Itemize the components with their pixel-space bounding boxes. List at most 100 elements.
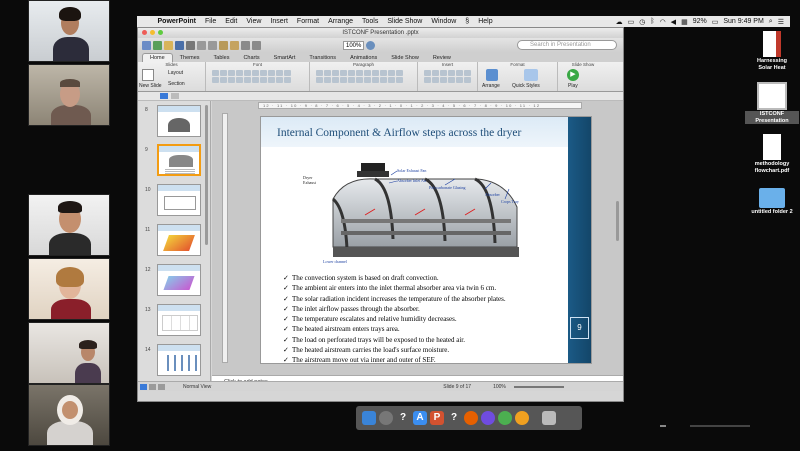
zoom-select[interactable]: 100% — [343, 40, 365, 50]
notification-center-icon[interactable]: ☰ — [778, 18, 784, 26]
trash-icon[interactable] — [542, 411, 556, 425]
desktop-file-istconf-presentation[interactable]: ISTCONF Presentation — [745, 82, 799, 124]
cut-icon[interactable] — [197, 40, 206, 50]
menu-format[interactable]: Format — [292, 18, 323, 25]
tab-review[interactable]: Review — [426, 54, 458, 62]
unknown-app-icon-2[interactable]: ? — [447, 411, 461, 425]
tab-home[interactable]: Home — [142, 53, 173, 62]
save-icon[interactable] — [175, 40, 184, 50]
slide-thumbnail-14[interactable] — [157, 344, 201, 376]
participant-video-2[interactable] — [28, 64, 110, 126]
script-menu-icon[interactable]: § — [461, 18, 474, 25]
canvas-scrollbar[interactable] — [616, 201, 619, 241]
desktop-file-harnessing-solar-heat[interactable]: Harnessing Solar Heat — [745, 31, 799, 71]
participant-video-3[interactable] — [28, 194, 110, 256]
bluetooth-icon[interactable]: ᛒ — [650, 18, 654, 25]
slide-thumbnail-13[interactable] — [157, 304, 201, 336]
tab-tables[interactable]: Tables — [207, 54, 237, 62]
play-button[interactable]: Play — [568, 83, 578, 89]
templates-icon[interactable] — [153, 40, 162, 50]
slide-thumbnail-11[interactable] — [157, 224, 201, 256]
settings-icon[interactable] — [515, 411, 529, 425]
time-machine-icon[interactable]: ◷ — [639, 18, 645, 26]
tab-transitions[interactable]: Transitions — [302, 54, 343, 62]
participant-video-4[interactable] — [28, 258, 110, 320]
zoom-slider[interactable] — [513, 385, 564, 388]
firefox-icon[interactable] — [464, 411, 478, 425]
wifi-icon[interactable]: ◠ — [660, 18, 666, 26]
thumbnails-scrollbar[interactable] — [205, 105, 208, 245]
menu-clock[interactable]: Sun 9:49 PM — [723, 18, 763, 25]
chrome-icon[interactable] — [498, 411, 512, 425]
minimize-window-icon[interactable] — [150, 30, 155, 35]
arrange-icon[interactable] — [486, 69, 498, 81]
menu-app-name[interactable]: PowerPoint — [153, 18, 201, 25]
slide-thumbnail-8[interactable] — [157, 105, 201, 137]
menu-edit[interactable]: Edit — [221, 18, 242, 25]
help-icon[interactable] — [366, 40, 376, 50]
cloud-icon[interactable]: ☁ — [616, 18, 623, 26]
participant-video-5[interactable] — [28, 322, 110, 384]
quick-styles-icon[interactable] — [524, 69, 538, 81]
undo-icon[interactable] — [241, 40, 250, 50]
new-slide-button[interactable]: New Slide — [139, 83, 162, 89]
desktop-folder-untitled-folder-2[interactable]: untitled folder 2 — [745, 188, 799, 216]
launchpad-icon[interactable] — [379, 411, 393, 425]
arrange-button[interactable]: Arrange — [482, 83, 500, 89]
desktop-file-methodology-flowchart[interactable]: methodology flowchart.pdf — [745, 134, 799, 174]
zoom-window-icon[interactable] — [158, 30, 163, 35]
volume-icon[interactable]: ◀ — [671, 18, 676, 26]
unknown-app-icon[interactable]: ? — [396, 411, 410, 425]
search-input[interactable]: Search in Presentation — [517, 40, 617, 50]
menu-insert[interactable]: Insert — [266, 18, 293, 25]
flag-icon[interactable]: ▦ — [681, 18, 688, 26]
slides-pane-icon[interactable] — [160, 93, 168, 99]
format-painter-icon[interactable] — [230, 40, 239, 50]
slide-thumbnail-12[interactable] — [157, 264, 201, 296]
spotlight-icon[interactable]: ⌕ — [769, 18, 773, 26]
paste-icon[interactable] — [219, 40, 228, 50]
menu-arrange[interactable]: Arrange — [324, 18, 358, 25]
powerpoint-icon[interactable]: P — [430, 411, 444, 425]
normal-view-icon[interactable] — [140, 383, 147, 390]
font-controls[interactable] — [212, 70, 291, 83]
paragraph-controls[interactable] — [316, 70, 403, 83]
section-button[interactable]: Section — [168, 81, 185, 87]
participant-video-1[interactable] — [28, 0, 110, 62]
slide-show-view-icon[interactable] — [158, 383, 165, 390]
battery-icon[interactable]: ▭ — [712, 18, 719, 26]
tab-slide-show[interactable]: Slide Show — [384, 54, 426, 62]
insert-controls[interactable] — [424, 70, 471, 83]
display-icon[interactable]: ▭ — [628, 18, 635, 26]
current-slide[interactable]: Internal Component & Airflow steps acros… — [260, 116, 592, 364]
open-icon[interactable] — [164, 40, 173, 50]
redo-icon[interactable] — [252, 40, 261, 50]
menu-file[interactable]: File — [201, 18, 221, 25]
slide-thumbnail-10[interactable] — [157, 184, 201, 216]
layout-button[interactable]: Layout — [168, 70, 183, 76]
print-icon[interactable] — [186, 40, 195, 50]
copy-icon[interactable] — [208, 40, 217, 50]
new-slide-icon[interactable] — [142, 69, 154, 81]
nightly-icon[interactable] — [481, 411, 495, 425]
menu-window[interactable]: Window — [427, 18, 461, 25]
participant-video-6[interactable] — [28, 384, 110, 446]
outline-pane-icon[interactable] — [171, 93, 179, 99]
new-icon[interactable] — [142, 40, 151, 50]
menu-tools[interactable]: Tools — [358, 18, 383, 25]
slide-sorter-icon[interactable] — [149, 383, 156, 390]
tab-animations[interactable]: Animations — [343, 54, 384, 62]
menu-slide-show[interactable]: Slide Show — [383, 18, 427, 25]
finder-icon[interactable] — [362, 411, 376, 425]
play-icon[interactable]: ▶ — [567, 69, 579, 81]
slide-title[interactable]: Internal Component & Airflow steps acros… — [277, 127, 521, 139]
battery-percent[interactable]: 92% — [693, 18, 707, 25]
tab-themes[interactable]: Themes — [173, 54, 207, 62]
slide-bullet-list[interactable]: The convection system is based on draft … — [283, 273, 583, 363]
app-store-icon[interactable]: A — [413, 411, 427, 425]
menu-help[interactable]: Help — [474, 18, 497, 25]
slide-thumbnail-9[interactable] — [157, 144, 201, 176]
tab-charts[interactable]: Charts — [236, 54, 266, 62]
tab-smartart[interactable]: SmartArt — [267, 54, 303, 62]
menu-view[interactable]: View — [242, 18, 266, 25]
